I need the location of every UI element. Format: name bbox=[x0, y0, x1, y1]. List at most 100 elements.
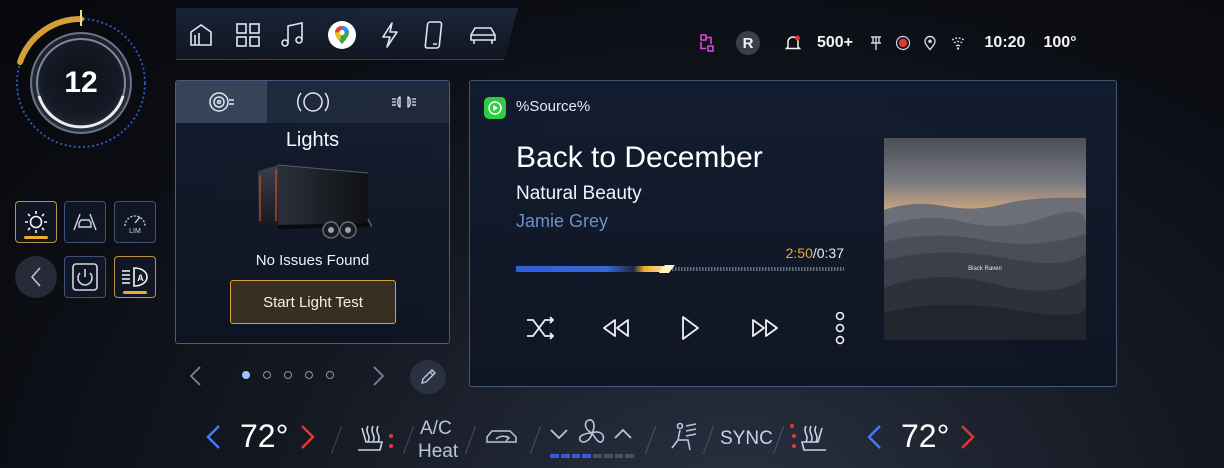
music-icon[interactable] bbox=[276, 18, 310, 52]
playback-time: 2:50/0:37 bbox=[760, 245, 844, 261]
fan-up-button[interactable] bbox=[612, 424, 634, 444]
airflow-mode-button[interactable] bbox=[668, 422, 700, 452]
drive-gauge: 12 bbox=[12, 4, 150, 154]
maps-icon[interactable] bbox=[325, 18, 359, 52]
health-status: No Issues Found bbox=[255, 252, 370, 269]
driver-temp-down-button[interactable] bbox=[203, 422, 223, 452]
driver-assist-button[interactable] bbox=[64, 201, 106, 243]
page-dot[interactable] bbox=[263, 371, 271, 379]
rewind-button[interactable] bbox=[594, 306, 638, 350]
album-art-caption: Black Raven bbox=[968, 266, 1002, 272]
more-icon bbox=[835, 311, 845, 345]
wireless-projection-icon[interactable] bbox=[694, 28, 720, 58]
start-light-test-button[interactable]: Start Light Test bbox=[230, 280, 396, 324]
health-tabs bbox=[176, 81, 449, 123]
edit-button[interactable] bbox=[410, 360, 446, 394]
ac-mode-line2[interactable]: Heat bbox=[418, 441, 458, 463]
headlight-icon bbox=[391, 96, 416, 108]
chevron-right-icon bbox=[961, 425, 975, 449]
page-dot[interactable] bbox=[242, 371, 250, 379]
driver-temperature: 72° bbox=[240, 418, 289, 454]
chevron-left-icon bbox=[206, 425, 220, 449]
status-bar: R 500+ 10:20 100° bbox=[690, 28, 1110, 58]
media-player-card: %Source% Back to December Natural Beauty… bbox=[469, 80, 1117, 387]
recirculation-button[interactable] bbox=[484, 426, 522, 450]
play-button[interactable] bbox=[668, 306, 712, 350]
more-options-button[interactable] bbox=[818, 306, 862, 350]
page-dot[interactable] bbox=[284, 371, 292, 379]
svg-text:A: A bbox=[137, 273, 144, 283]
shuffle-button[interactable] bbox=[519, 306, 563, 350]
media-source: %Source% bbox=[516, 98, 591, 115]
fan-level-segment bbox=[614, 454, 624, 458]
gauge-value: 12 bbox=[64, 66, 98, 99]
gear-indicator: R bbox=[736, 31, 760, 55]
previous-page-icon[interactable] bbox=[186, 364, 204, 388]
brake-icon bbox=[296, 92, 329, 112]
chevron-left-icon bbox=[867, 425, 881, 449]
apps-grid-icon[interactable] bbox=[231, 18, 265, 52]
speed-limit-button[interactable]: LIM bbox=[114, 201, 156, 243]
exterior-light-button[interactable] bbox=[15, 201, 57, 243]
health-title: Lights bbox=[285, 129, 340, 151]
energy-icon[interactable] bbox=[373, 18, 407, 52]
passenger-temp-down-button[interactable] bbox=[864, 422, 884, 452]
driver-temp-up-button[interactable] bbox=[298, 422, 318, 452]
passenger-temperature: 72° bbox=[901, 418, 950, 454]
location-icon bbox=[920, 28, 940, 58]
driver-assist-icon bbox=[73, 213, 97, 231]
auto-headlight-button[interactable]: A bbox=[114, 256, 156, 298]
phone-icon[interactable] bbox=[418, 18, 452, 52]
fan-icon bbox=[575, 416, 609, 450]
page-dot[interactable] bbox=[305, 371, 313, 379]
fan-level-segment bbox=[593, 454, 602, 458]
fan-level-segment bbox=[560, 454, 570, 458]
fan-level-segment bbox=[550, 454, 559, 458]
tab-brakes[interactable] bbox=[267, 81, 358, 123]
play-icon bbox=[682, 316, 699, 340]
driver-heated-seat-button[interactable] bbox=[354, 422, 398, 456]
shuffle-icon bbox=[527, 316, 555, 340]
heated-seat-icon bbox=[790, 424, 826, 451]
album-art: Black Raven bbox=[884, 138, 1086, 340]
power-icon bbox=[72, 263, 98, 291]
outside-temperature: 100° bbox=[1043, 34, 1077, 51]
wifi-icon bbox=[948, 28, 968, 58]
progress-bar[interactable] bbox=[516, 265, 844, 273]
back-icon bbox=[30, 267, 41, 287]
fast-forward-icon bbox=[752, 319, 778, 337]
signal-tower-icon bbox=[866, 28, 886, 58]
vehicle-icon[interactable] bbox=[466, 18, 500, 52]
chevron-up-icon bbox=[614, 428, 632, 439]
bell-icon[interactable] bbox=[782, 28, 804, 58]
fan-level-segment bbox=[582, 454, 591, 458]
page-dot[interactable] bbox=[326, 371, 334, 379]
tab-tires[interactable] bbox=[176, 81, 267, 123]
fast-forward-button[interactable] bbox=[743, 306, 787, 350]
home-icon[interactable] bbox=[184, 18, 218, 52]
fan-level-segment bbox=[571, 454, 581, 458]
elapsed-time: 2:50 bbox=[785, 245, 813, 261]
top-navigation bbox=[176, 8, 518, 60]
tire-icon bbox=[208, 92, 234, 112]
rewind-icon bbox=[603, 319, 629, 337]
chevron-down-icon bbox=[550, 429, 568, 440]
next-page-icon[interactable] bbox=[370, 364, 388, 388]
back-button[interactable] bbox=[15, 256, 57, 298]
notification-count: 500+ bbox=[816, 34, 854, 51]
record-icon bbox=[892, 28, 914, 58]
ac-mode-line1[interactable]: A/C bbox=[420, 418, 452, 440]
tab-lights[interactable] bbox=[358, 81, 449, 123]
trailer-image bbox=[252, 163, 372, 241]
power-button[interactable] bbox=[64, 256, 106, 298]
fan-down-button[interactable] bbox=[548, 424, 570, 444]
passenger-temp-up-button[interactable] bbox=[958, 422, 978, 452]
auto-headlight-icon: A bbox=[122, 267, 148, 287]
pencil-icon bbox=[421, 369, 436, 384]
sync-button[interactable]: SYNC bbox=[720, 428, 773, 450]
vehicle-health-card: Lights No Issues Found Start Light Test bbox=[175, 80, 450, 344]
fan-level-segment bbox=[625, 454, 634, 458]
chevron-right-icon bbox=[301, 425, 315, 449]
passenger-heated-seat-button[interactable] bbox=[786, 422, 830, 456]
speed-limit-icon: LIM bbox=[124, 215, 146, 235]
